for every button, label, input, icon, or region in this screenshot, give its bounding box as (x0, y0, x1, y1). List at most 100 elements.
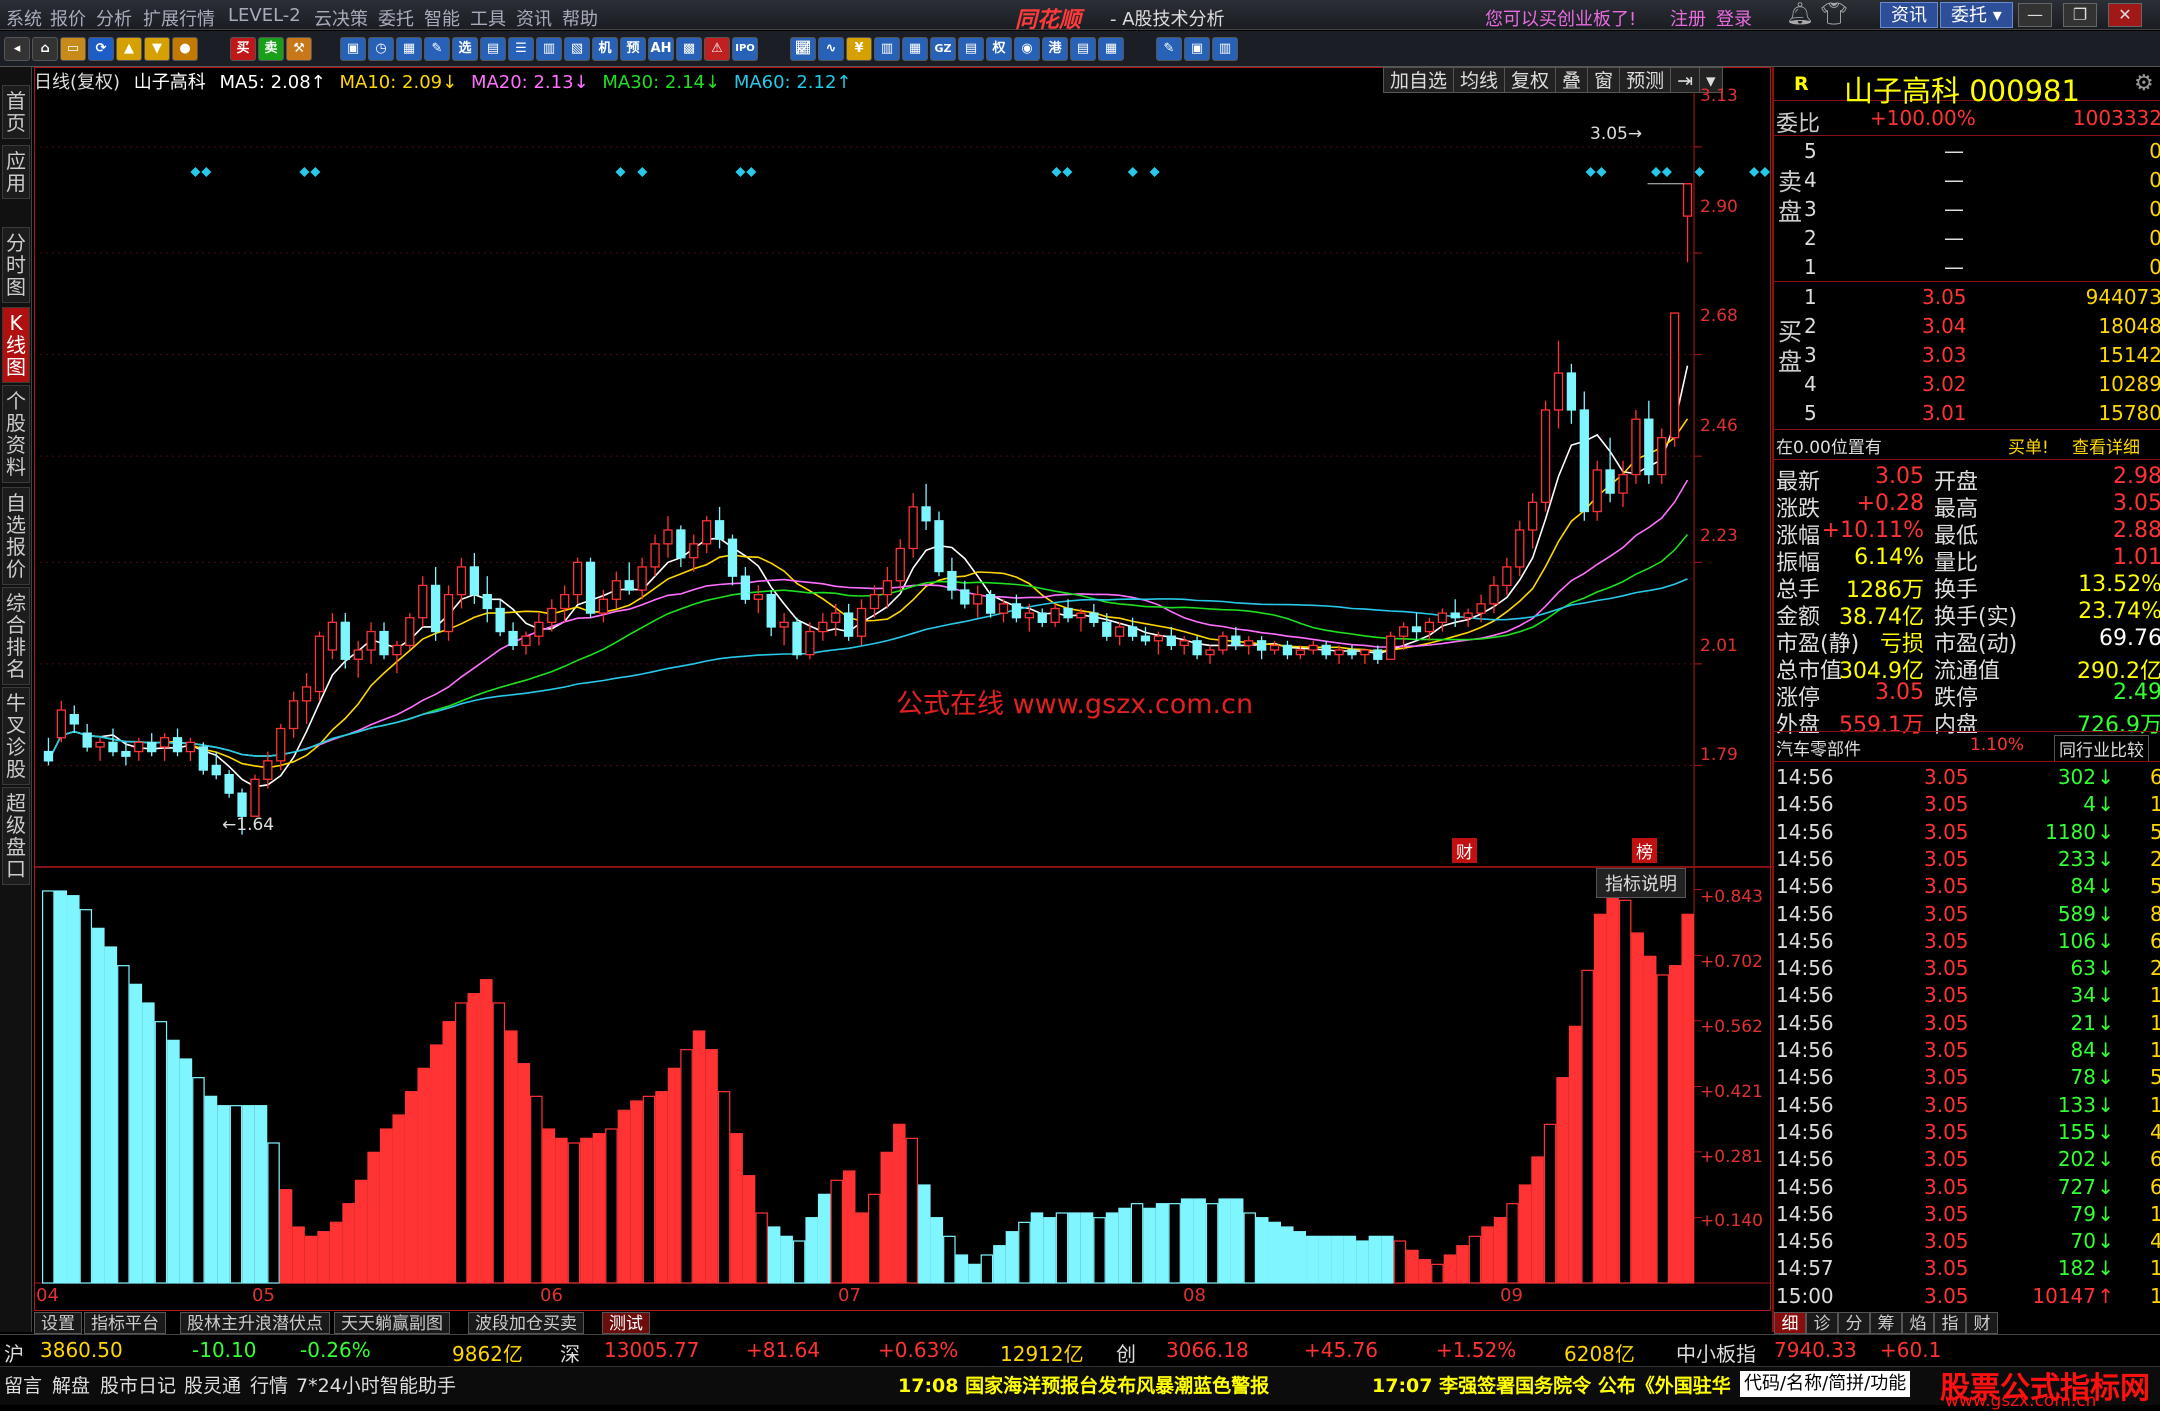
register-link[interactable]: 注册 (1670, 5, 1706, 31)
chart-icon[interactable]: 📈︎ (790, 37, 816, 61)
rtab-finance[interactable]: 财 (1966, 1312, 1998, 1334)
footer-message[interactable]: 留言 (4, 1371, 42, 1398)
sell-level-row[interactable]: 4 — 0 (1774, 168, 2160, 195)
select-icon[interactable]: 选 (452, 37, 478, 61)
nav-apps[interactable]: 应用 (2, 145, 30, 199)
down-arrow-icon[interactable]: ▼ (144, 37, 170, 61)
buy-level-row[interactable]: 5 3.01 15780 (1774, 401, 2160, 428)
ma-button[interactable]: 均线 (1453, 67, 1506, 93)
nav-watchlist[interactable]: 自选报价 (2, 487, 30, 585)
buy-level-row[interactable]: 4 3.02 10289 (1774, 372, 2160, 399)
rtab-index[interactable]: 指 (1934, 1312, 1966, 1334)
menu-system[interactable]: 系统 (6, 5, 42, 31)
tab-main-wave[interactable]: 股林主升浪潜伏点 (180, 1312, 330, 1334)
edit-icon[interactable]: ✎ (1156, 37, 1182, 61)
footer-analysis[interactable]: 解盘 (52, 1371, 90, 1398)
tab-band-trade[interactable]: 波段加仓买卖 (468, 1312, 584, 1334)
expand-icon[interactable]: ⇥ (1670, 67, 1701, 93)
menu-extended[interactable]: 扩展行情 (143, 5, 215, 31)
layout-icon[interactable]: ▣ (1184, 37, 1210, 61)
weituo-button[interactable]: 委托 ▾ (1940, 2, 2013, 28)
nav-home[interactable]: 首页 (2, 85, 30, 139)
sell-level-row[interactable]: 3 — 0 (1774, 197, 2160, 224)
indicator-explain-button[interactable]: 指标说明 (1596, 868, 1686, 898)
menu-help[interactable]: 帮助 (562, 5, 598, 31)
globe-icon[interactable]: ◉ (1014, 37, 1040, 61)
alert-icon[interactable]: ⚠ (704, 37, 730, 61)
calc-icon[interactable]: ▩ (676, 37, 702, 61)
rtab-detail[interactable]: 细 (1774, 1312, 1806, 1334)
news-ticker-2[interactable]: 17:07 李强签署国务院令 公布《外国驻华 (1372, 1371, 1734, 1398)
menu-smart[interactable]: 智能 (424, 5, 460, 31)
overlay-button[interactable]: 叠 (1555, 67, 1589, 93)
footer-guling[interactable]: 股灵通 (184, 1371, 241, 1398)
gz-icon[interactable]: GZ (930, 37, 956, 61)
login-link[interactable]: 登录 (1716, 5, 1752, 31)
finance-badge[interactable]: 财 (1452, 838, 1477, 863)
period-label[interactable]: 日线(复权) (34, 72, 120, 93)
sector-name[interactable]: 汽车零部件 (1776, 735, 1861, 760)
trend-icon[interactable]: ∿ (818, 37, 844, 61)
buy-level-row[interactable]: 3 3.03 15142 (1774, 343, 2160, 370)
footer-quotes[interactable]: 行情 (250, 1371, 288, 1398)
forecast-icon[interactable]: 预 (620, 37, 646, 61)
buy-level-row[interactable]: 1 3.05 944073 (1774, 285, 2160, 312)
buy-icon[interactable]: 买 (230, 37, 256, 61)
sell-icon[interactable]: 卖 (258, 37, 284, 61)
flag-usa-icon[interactable]: ▦ (1098, 37, 1124, 61)
split-icon[interactable]: ▥ (1212, 37, 1238, 61)
menu-analysis[interactable]: 分析 (96, 5, 132, 31)
rtab-chips[interactable]: 筹 (1870, 1312, 1902, 1334)
rtab-flame[interactable]: 焰 (1902, 1312, 1934, 1334)
maximize-button[interactable]: ❐ (2063, 3, 2097, 27)
up-arrow-icon[interactable]: ▲ (116, 37, 142, 61)
clock-icon[interactable]: ◷ (368, 37, 394, 61)
menu-news[interactable]: 资讯 (516, 5, 552, 31)
news-ticker-1[interactable]: 17:08 国家海洋预报台发布风暴潮蓝色警报 (898, 1371, 1269, 1398)
minimize-button[interactable]: — (2018, 3, 2052, 27)
sector-icon[interactable]: ▥ (874, 37, 900, 61)
adjust-button[interactable]: 复权 (1504, 67, 1557, 93)
sell-level-row[interactable]: 5 — 0 (1774, 139, 2160, 166)
back-icon[interactable]: ◂ (4, 37, 30, 61)
bell-icon[interactable]: 🔔︎ (1786, 2, 1814, 27)
coin-icon[interactable]: ● (172, 37, 198, 61)
ruler-icon[interactable]: ▥ (536, 37, 562, 61)
tab-daily-win[interactable]: 天天躺赢副图 (334, 1312, 450, 1334)
ah-icon[interactable]: AH (648, 37, 674, 61)
footer-diary[interactable]: 股市日记 (100, 1371, 176, 1398)
menu-tools[interactable]: 工具 (470, 5, 506, 31)
zixun-button[interactable]: 资讯 (1880, 2, 1938, 28)
money-icon[interactable]: ¥ (846, 37, 872, 61)
sell-level-row[interactable]: 1 — 0 (1774, 255, 2160, 282)
sell-level-row[interactable]: 2 — 0 (1774, 226, 2160, 253)
buy-level-row[interactable]: 2 3.04 18048 (1774, 314, 2160, 341)
index-status-bar[interactable]: 沪 3860.50 -10.10 -0.26% 9862亿 深 13005.77… (0, 1334, 2160, 1366)
grid-icon[interactable]: ▦ (396, 37, 422, 61)
close-button[interactable]: ✕ (2108, 3, 2142, 27)
nav-intraday[interactable]: 分时图 (2, 227, 30, 303)
ranking-badge[interactable]: 榜 (1632, 838, 1657, 863)
pencil-icon[interactable]: ✎ (424, 37, 450, 61)
add-watchlist-button[interactable]: 加自选 (1383, 67, 1455, 93)
menu-cloud[interactable]: 云决策 (314, 5, 368, 31)
folder-icon[interactable]: ▭ (60, 37, 86, 61)
rtab-diagnose[interactable]: 诊 (1806, 1312, 1838, 1334)
window-button[interactable]: 窗 (1587, 67, 1621, 93)
footer-247[interactable]: 7*24小时 (296, 1371, 380, 1398)
list-icon[interactable]: ☰ (508, 37, 534, 61)
nav-diagnose[interactable]: 牛叉诊股 (2, 687, 30, 785)
machine-icon[interactable]: 机 (592, 37, 618, 61)
menu-trade[interactable]: 委托 (378, 5, 414, 31)
footer-assistant[interactable]: 智能助手 (380, 1371, 456, 1398)
bars-icon[interactable]: ▧ (564, 37, 590, 61)
news-icon[interactable]: ▦ (902, 37, 928, 61)
compare-button[interactable]: 同行业比较 (2054, 735, 2149, 762)
predict-button[interactable]: 预测 (1619, 67, 1672, 93)
tab-settings[interactable]: 设置 (34, 1312, 82, 1334)
shirt-icon[interactable]: 👕︎ (1820, 2, 1848, 27)
menu-quote[interactable]: 报价 (50, 5, 86, 31)
nav-super-tape[interactable]: 超级盘口 (2, 787, 30, 885)
menu-level2[interactable]: LEVEL-2 (228, 5, 301, 26)
promo-link[interactable]: 您可以买创业板了! (1485, 5, 1636, 31)
